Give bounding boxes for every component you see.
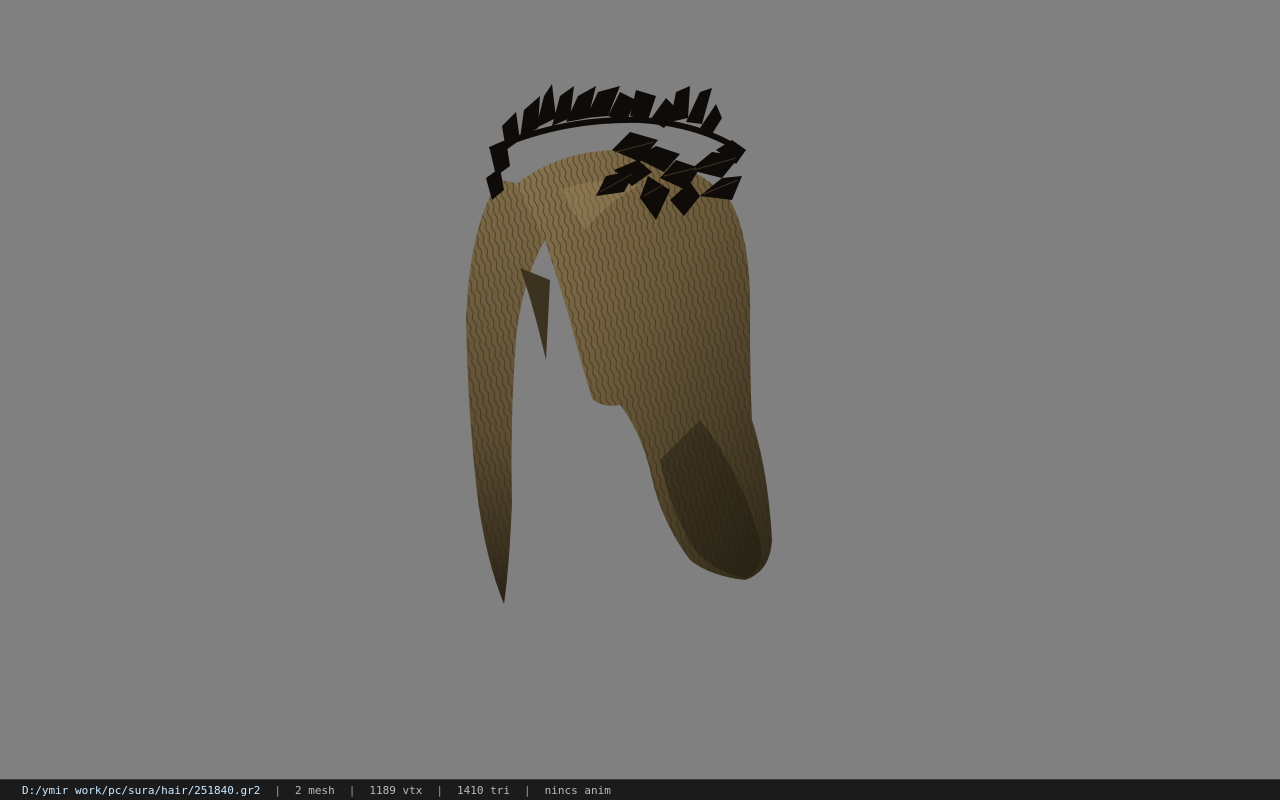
hair-model-render [466, 84, 772, 604]
3d-viewport[interactable] [0, 0, 1280, 779]
status-triangle-count: 1410 tri [457, 783, 511, 797]
status-anim-status: nincs anim [544, 783, 611, 797]
status-file-path: D:/ymir work/pc/sura/hair/251840.gr2 [22, 783, 261, 797]
status-separator: | [524, 783, 531, 797]
status-separator: | [436, 783, 444, 797]
status-separator: | [274, 783, 282, 797]
status-separator: | [348, 783, 356, 797]
status-vertex-count: 1189 vtx [369, 783, 423, 797]
hair-main-body [515, 150, 772, 580]
status-mesh-count: 2 mesh [295, 783, 335, 797]
status-bar: D:/ymir work/pc/sura/hair/251840.gr2 | 2… [0, 779, 1280, 800]
